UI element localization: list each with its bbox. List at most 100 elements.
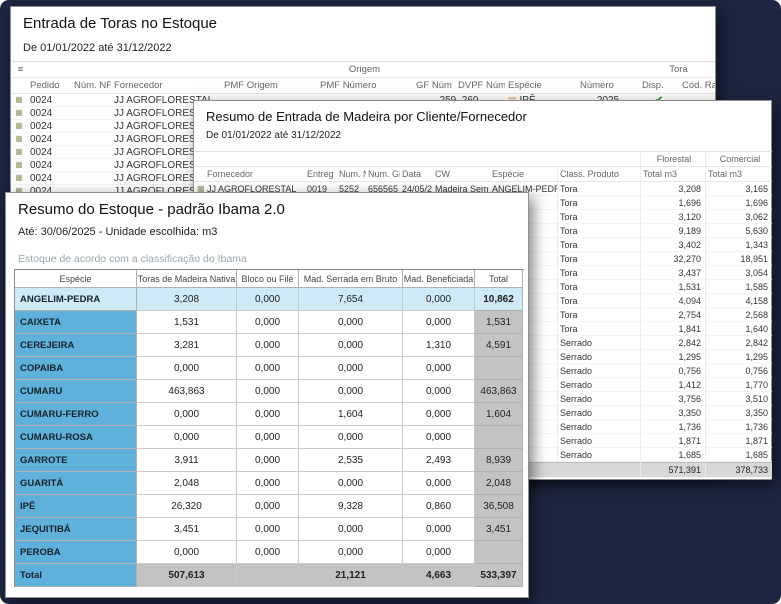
species-cell-cumaru-rosa[interactable]: CUMARU-ROSA bbox=[15, 426, 137, 449]
species-cell-cerejeira[interactable]: CEREJEIRA bbox=[15, 334, 137, 357]
cell-comercial-total[interactable]: 1,871 bbox=[705, 434, 772, 448]
species-cell-caixeta[interactable]: CAIXETA bbox=[15, 311, 137, 334]
cell-comercial-total[interactable]: 1,343 bbox=[705, 238, 772, 252]
column-header-num-n[interactable]: Num. N bbox=[337, 167, 366, 182]
cell-florestal-total[interactable]: 2,842 bbox=[640, 336, 705, 350]
total-cell[interactable]: 1,531 bbox=[475, 311, 523, 334]
cell-florestal-total[interactable]: 1,736 bbox=[640, 420, 705, 434]
row-indicator-icon[interactable]: ▦ bbox=[11, 120, 27, 133]
value-cell-mad-serrada-em-bruto[interactable]: 0,000 bbox=[299, 357, 403, 380]
cell-comercial-total[interactable]: 1,770 bbox=[705, 378, 772, 392]
value-cell-mad-serrada-em-bruto[interactable]: 0,000 bbox=[299, 518, 403, 541]
cell-comercial-total[interactable]: 18,951 bbox=[705, 252, 772, 266]
cell-num-nf[interactable] bbox=[71, 159, 111, 172]
cell-class-produto[interactable]: Tora bbox=[557, 238, 640, 252]
species-cell-ip[interactable]: IPÊ bbox=[15, 495, 137, 518]
total-cell[interactable] bbox=[475, 426, 523, 449]
column-header-fornecedor[interactable]: Fornecedor bbox=[111, 78, 221, 94]
value-cell-toras-de-madeira-nativa[interactable]: 3,451 bbox=[137, 518, 237, 541]
column-header-n-m-nf[interactable]: Núm. NF bbox=[71, 78, 111, 94]
value-cell-mad-serrada-em-bruto[interactable]: 0,000 bbox=[299, 541, 403, 564]
column-header-esp-cie[interactable]: Espécie bbox=[505, 78, 577, 94]
cell-florestal-total[interactable]: 2,754 bbox=[640, 308, 705, 322]
species-cell-garrote[interactable]: GARROTE bbox=[15, 449, 137, 472]
cell-florestal-total[interactable]: 32,270 bbox=[640, 252, 705, 266]
cell-pedido[interactable]: 0024 bbox=[27, 94, 71, 107]
column-header-data[interactable]: Data bbox=[400, 167, 433, 182]
cell-florestal-total[interactable]: 3,756 bbox=[640, 392, 705, 406]
cell-class-produto[interactable]: Tora bbox=[557, 210, 640, 224]
cell-class-produto[interactable]: Tora bbox=[557, 266, 640, 280]
cell-num-nf[interactable] bbox=[71, 94, 111, 107]
cell-florestal-total[interactable]: 4,094 bbox=[640, 294, 705, 308]
total-cell[interactable]: 463,863 bbox=[475, 380, 523, 403]
cell-florestal-total[interactable]: 3,120 bbox=[640, 210, 705, 224]
value-cell-bloco-ou-fil[interactable]: 0,000 bbox=[237, 311, 299, 334]
column-header-pmf-n-mero[interactable]: PMF Número bbox=[317, 78, 413, 94]
value-cell-mad-beneficiada[interactable]: 0,000 bbox=[403, 288, 475, 311]
value-cell-toras-de-madeira-nativa[interactable]: 0,000 bbox=[137, 541, 237, 564]
cell-class-produto[interactable]: Tora bbox=[557, 322, 640, 336]
cell-comercial-total[interactable]: 5,630 bbox=[705, 224, 772, 238]
value-cell-bloco-ou-fil[interactable]: 0,000 bbox=[237, 426, 299, 449]
column-header-gf-n-m[interactable]: GF Núm bbox=[413, 78, 455, 94]
value-cell-bloco-ou-fil[interactable]: 0,000 bbox=[237, 334, 299, 357]
total-cell[interactable] bbox=[475, 357, 523, 380]
value-cell-toras-de-madeira-nativa[interactable]: 0,000 bbox=[137, 357, 237, 380]
cell-class-produto[interactable]: Serrado bbox=[557, 350, 640, 364]
cell-comercial-total[interactable]: 3,062 bbox=[705, 210, 772, 224]
total-row-value-bloco-ou-fil[interactable] bbox=[237, 564, 299, 587]
cell-comercial-total[interactable]: 3,165 bbox=[705, 182, 772, 196]
column-header-pmf-origem[interactable]: PMF Origem bbox=[221, 78, 317, 94]
cell-comercial-total[interactable]: 1,736 bbox=[705, 420, 772, 434]
total-row-value-toras-de-madeira-nativa[interactable]: 507,613 bbox=[137, 564, 237, 587]
cell-class-produto[interactable]: Tora bbox=[557, 294, 640, 308]
total-row-label[interactable]: Total bbox=[15, 564, 137, 587]
cell-class-produto[interactable]: Serrado bbox=[557, 434, 640, 448]
cell-florestal-total[interactable]: 1,531 bbox=[640, 280, 705, 294]
row-indicator-icon[interactable]: ▦ bbox=[11, 172, 27, 185]
column-header-fornecedor[interactable]: Fornecedor bbox=[205, 167, 305, 182]
value-cell-bloco-ou-fil[interactable]: 0,000 bbox=[237, 541, 299, 564]
cell-num-nf[interactable] bbox=[71, 133, 111, 146]
cell-class-produto[interactable]: Serrado bbox=[557, 420, 640, 434]
cell-florestal-total[interactable]: 1,685 bbox=[640, 448, 705, 462]
cell-comercial-total[interactable]: 3,054 bbox=[705, 266, 772, 280]
column-header-esp-cie[interactable]: Espécie bbox=[490, 167, 557, 182]
total-cell[interactable]: 36,508 bbox=[475, 495, 523, 518]
cell-pedido[interactable]: 0024 bbox=[27, 133, 71, 146]
column-header-num-gf[interactable]: Num. GF bbox=[366, 167, 400, 182]
cell-num-nf[interactable] bbox=[71, 172, 111, 185]
species-cell-angelim-pedra[interactable]: ANGELIM-PEDRA bbox=[15, 288, 137, 311]
value-cell-bloco-ou-fil[interactable]: 0,000 bbox=[237, 449, 299, 472]
value-cell-mad-serrada-em-bruto[interactable]: 0,000 bbox=[299, 380, 403, 403]
cell-florestal-total[interactable]: 1,841 bbox=[640, 322, 705, 336]
cell-pedido[interactable]: 0024 bbox=[27, 107, 71, 120]
total-row-value-mad-serrada-em-bruto[interactable]: 21,121 bbox=[299, 564, 403, 587]
cell-class-produto[interactable]: Serrado bbox=[557, 336, 640, 350]
value-cell-mad-beneficiada[interactable]: 0,000 bbox=[403, 426, 475, 449]
column-header-entreg[interactable]: Entreg bbox=[305, 167, 337, 182]
value-cell-mad-serrada-em-bruto[interactable]: 1,604 bbox=[299, 403, 403, 426]
column-header-n-mero[interactable]: Número bbox=[577, 78, 639, 94]
value-cell-mad-serrada-em-bruto[interactable]: 9,328 bbox=[299, 495, 403, 518]
cell-class-produto[interactable]: Tora bbox=[557, 196, 640, 210]
column-header-disp[interactable]: Disp. bbox=[639, 78, 679, 94]
cell-comercial-total[interactable]: 3,510 bbox=[705, 392, 772, 406]
column-header-pedido[interactable]: Pedido bbox=[27, 78, 71, 94]
value-cell-toras-de-madeira-nativa[interactable]: 1,531 bbox=[137, 311, 237, 334]
cell-num-nf[interactable] bbox=[71, 107, 111, 120]
cell-florestal-total[interactable]: 1,696 bbox=[640, 196, 705, 210]
species-cell-cumaru-ferro[interactable]: CUMARU-FERRO bbox=[15, 403, 137, 426]
cell-florestal-total[interactable]: 0,756 bbox=[640, 364, 705, 378]
cell-pedido[interactable]: 0024 bbox=[27, 172, 71, 185]
cell-class-produto[interactable]: Serrado bbox=[557, 392, 640, 406]
species-cell-copaiba[interactable]: COPAIBA bbox=[15, 357, 137, 380]
value-cell-mad-beneficiada[interactable]: 0,000 bbox=[403, 357, 475, 380]
cell-florestal-total[interactable]: 3,437 bbox=[640, 266, 705, 280]
column-header-total-m3-florestal[interactable]: Total m3 bbox=[640, 167, 705, 182]
value-cell-mad-beneficiada[interactable]: 0,000 bbox=[403, 518, 475, 541]
cell-comercial-total[interactable]: 2,842 bbox=[705, 336, 772, 350]
value-cell-mad-beneficiada[interactable]: 0,000 bbox=[403, 380, 475, 403]
value-cell-bloco-ou-fil[interactable]: 0,000 bbox=[237, 495, 299, 518]
